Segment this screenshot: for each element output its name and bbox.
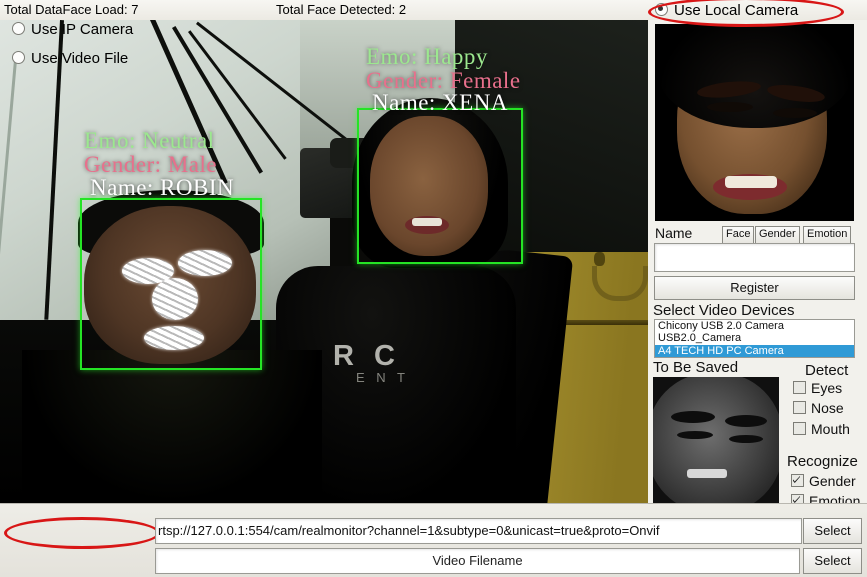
emotion-button[interactable]: Emotion (803, 226, 852, 244)
ip-url-input[interactable]: rtsp://127.0.0.1:554/cam/realmonitor?cha… (155, 518, 802, 544)
preview-eye-right (773, 108, 817, 118)
checkbox-icon[interactable] (793, 401, 806, 414)
thumbnail-eye-left (677, 431, 713, 439)
name-input[interactable] (654, 243, 855, 272)
face-bounding-box-robin (80, 198, 262, 370)
overlay-name-xena: Name: XENA (372, 90, 508, 115)
video-filename-input[interactable]: Video Filename (155, 548, 800, 574)
checkbox-label: Gender (809, 473, 856, 489)
video-feed[interactable]: R C E N T Emo: Neutral Gender: Male Name… (0, 20, 648, 503)
radio-use-ip-camera[interactable]: Use IP Camera (12, 21, 133, 38)
detect-group-label: Detect (805, 362, 849, 379)
total-dataface-load-label: Total DataFace Load: 7 (4, 2, 139, 17)
radio-icon[interactable] (12, 51, 25, 64)
select-file-button[interactable]: Select (803, 548, 862, 574)
person-left-torso (22, 350, 322, 503)
overlay-emotion-robin: Emo: Neutral (84, 128, 215, 153)
face-preview (655, 24, 854, 221)
app-window: Total DataFace Load: 7 Total Face Detect… (0, 0, 867, 577)
radio-icon[interactable] (655, 3, 668, 16)
checkbox-nose[interactable]: Nose (793, 400, 844, 416)
checkbox-eyes[interactable]: Eyes (793, 380, 842, 396)
thumbnail-teeth (687, 469, 727, 478)
gender-button[interactable]: Gender (755, 226, 800, 244)
checkbox-label: Eyes (811, 380, 843, 396)
overlay-name-robin: Name: ROBIN (90, 175, 235, 200)
checkbox-mouth[interactable]: Mouth (793, 421, 850, 437)
radio-use-local-camera[interactable]: Use Local Camera (655, 2, 798, 19)
divider (0, 503, 867, 504)
shirt-subtext: E N T (356, 370, 409, 385)
checkbox-label: Mouth (811, 421, 850, 437)
preview-teeth (725, 176, 777, 188)
radio-label: Use Video File (31, 50, 129, 67)
checkbox-label: Nose (811, 400, 844, 416)
list-item[interactable]: A4 TECH HD PC Camera (655, 344, 854, 357)
thumbnail-eye-right (729, 435, 763, 443)
radio-label: Use IP Camera (31, 21, 134, 38)
select-ip-button[interactable]: Select (803, 518, 862, 544)
radio-label: Use Local Camera (674, 2, 799, 19)
radio-icon[interactable] (12, 22, 25, 35)
face-bounding-box-xena (357, 108, 523, 264)
register-button[interactable]: Register (654, 276, 855, 300)
video-device-list[interactable]: Chicony USB 2.0 Camera USB2.0_Camera A4 … (654, 319, 855, 358)
recognize-group-label: Recognize (787, 453, 858, 470)
total-face-detected-label: Total Face Detected: 2 (276, 2, 407, 17)
thumbnail-brow-right (725, 415, 767, 427)
preview-eye-left (707, 102, 753, 112)
to-be-saved-thumbnail (653, 377, 779, 503)
thumbnail-brow-left (671, 411, 715, 423)
cabinet-knob (594, 252, 605, 266)
checkbox-icon[interactable] (791, 474, 804, 487)
list-item[interactable]: USB2.0_Camera (655, 332, 854, 344)
face-button[interactable]: Face (722, 226, 755, 244)
overlay-emotion-xena: Emo: Happy (366, 44, 488, 69)
list-item[interactable]: Chicony USB 2.0 Camera (655, 320, 854, 332)
checkbox-icon[interactable] (793, 381, 806, 394)
radio-use-video-file[interactable]: Use Video File (12, 50, 128, 67)
to-be-saved-label: To Be Saved (653, 359, 739, 376)
checkbox-icon[interactable] (793, 422, 806, 435)
select-video-devices-label: Select Video Devices (653, 302, 795, 319)
shirt-logo-text: R C (333, 340, 401, 372)
name-label: Name (655, 225, 693, 241)
checkbox-gender[interactable]: Gender (791, 473, 856, 489)
